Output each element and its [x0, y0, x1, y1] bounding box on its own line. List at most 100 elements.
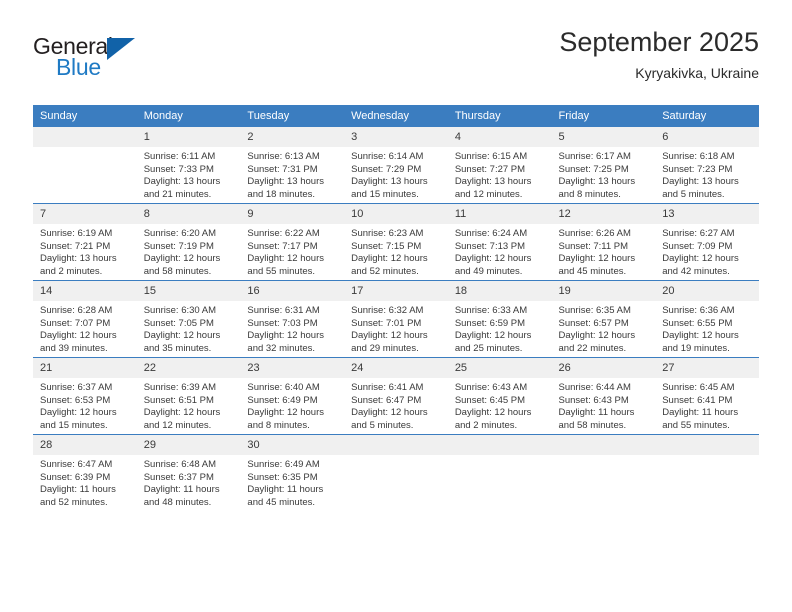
sunset-text: Sunset: 7:13 PM: [454, 240, 526, 252]
daylight-text-line1: Daylight: 12 hours: [351, 330, 428, 342]
calendar-day-cell[interactable]: 11 Sunrise: 6:24 AM Sunset: 7:13 PM Dayl…: [447, 203, 552, 281]
calendar-week-row: 21 Sunrise: 6:37 AM Sunset: 6:53 PM Dayl…: [33, 357, 759, 435]
calendar-day-cell[interactable]: 30 Sunrise: 6:49 AM Sunset: 6:35 PM Dayl…: [240, 434, 345, 511]
calendar-day-cell[interactable]: 15 Sunrise: 6:30 AM Sunset: 7:05 PM Dayl…: [136, 280, 241, 358]
calendar-day-cell[interactable]: 14 Sunrise: 6:28 AM Sunset: 7:07 PM Dayl…: [33, 280, 137, 358]
daylight-text-line1: Daylight: 12 hours: [351, 253, 428, 265]
day-details: Sunrise: 6:40 AM Sunset: 6:49 PM Dayligh…: [240, 378, 344, 432]
day-details: Sunrise: 6:44 AM Sunset: 6:43 PM Dayligh…: [552, 378, 656, 432]
daylight-text-line2: and 39 minutes.: [40, 342, 108, 354]
calendar-day-cell[interactable]: 26 Sunrise: 6:44 AM Sunset: 6:43 PM Dayl…: [551, 357, 656, 435]
day-number: 26: [551, 358, 656, 378]
sunset-text: Sunset: 7:25 PM: [558, 163, 629, 175]
sunrise-text: Sunrise: 6:41 AM: [351, 382, 424, 393]
day-details: Sunrise: 6:32 AM Sunset: 7:01 PM Dayligh…: [344, 301, 448, 355]
calendar-day-cell[interactable]: 7 Sunrise: 6:19 AM Sunset: 7:21 PM Dayli…: [33, 203, 137, 281]
calendar-week-row: 14 Sunrise: 6:28 AM Sunset: 7:07 PM Dayl…: [33, 280, 759, 358]
daylight-text-line1: Daylight: 12 hours: [558, 330, 636, 342]
sunset-text: Sunset: 7:15 PM: [351, 240, 422, 252]
day-number: 5: [551, 127, 656, 147]
day-number: 10: [344, 204, 448, 224]
day-number: 3: [344, 127, 448, 147]
daylight-text-line2: and 12 minutes.: [143, 419, 212, 431]
calendar-day-cell[interactable]: 16 Sunrise: 6:31 AM Sunset: 7:03 PM Dayl…: [240, 280, 345, 358]
daylight-text-line2: and 58 minutes.: [558, 419, 627, 431]
logo-text-blue: Blue: [56, 54, 101, 80]
general-blue-logo[interactable]: General Blue: [33, 33, 163, 87]
calendar-day-cell[interactable]: [447, 434, 552, 511]
calendar-day-cell[interactable]: 17 Sunrise: 6:32 AM Sunset: 7:01 PM Dayl…: [344, 280, 448, 358]
page-header: General Blue September 2025 Kyryakivka, …: [0, 0, 792, 100]
calendar-day-cell[interactable]: 1 Sunrise: 6:11 AM Sunset: 7:33 PM Dayli…: [136, 127, 241, 204]
calendar-week-row: 28 Sunrise: 6:47 AM Sunset: 6:39 PM Dayl…: [33, 434, 759, 511]
calendar-day-cell[interactable]: 8 Sunrise: 6:20 AM Sunset: 7:19 PM Dayli…: [136, 203, 241, 281]
calendar-day-cell[interactable]: 18 Sunrise: 6:33 AM Sunset: 6:59 PM Dayl…: [447, 280, 552, 358]
calendar-day-cell[interactable]: 27 Sunrise: 6:45 AM Sunset: 6:41 PM Dayl…: [655, 357, 759, 435]
calendar-day-cell[interactable]: [655, 434, 759, 511]
daylight-text-line2: and 45 minutes.: [558, 265, 627, 277]
day-details: Sunrise: 6:18 AM Sunset: 7:23 PM Dayligh…: [655, 147, 759, 201]
daylight-text-line1: Daylight: 12 hours: [558, 253, 636, 265]
calendar-day-cell[interactable]: 29 Sunrise: 6:48 AM Sunset: 6:37 PM Dayl…: [136, 434, 241, 511]
day-details: Sunrise: 6:41 AM Sunset: 6:47 PM Dayligh…: [344, 378, 448, 432]
daylight-text-line1: Daylight: 13 hours: [351, 176, 428, 188]
day-details: Sunrise: 6:27 AM Sunset: 7:09 PM Dayligh…: [655, 224, 759, 278]
calendar-day-cell[interactable]: 6 Sunrise: 6:18 AM Sunset: 7:23 PM Dayli…: [655, 127, 759, 204]
day-details: Sunrise: 6:20 AM Sunset: 7:19 PM Dayligh…: [137, 224, 241, 278]
calendar-day-cell[interactable]: 4 Sunrise: 6:15 AM Sunset: 7:27 PM Dayli…: [447, 127, 552, 204]
weekday-header-thursday: Thursday: [447, 105, 552, 127]
calendar-day-cell[interactable]: 19 Sunrise: 6:35 AM Sunset: 6:57 PM Dayl…: [551, 280, 656, 358]
page-title: September 2025: [559, 27, 759, 57]
day-number: 29: [136, 435, 241, 455]
calendar-day-cell[interactable]: 3 Sunrise: 6:14 AM Sunset: 7:29 PM Dayli…: [344, 127, 448, 204]
calendar-day-cell[interactable]: 10 Sunrise: 6:23 AM Sunset: 7:15 PM Dayl…: [344, 203, 448, 281]
day-number: 13: [655, 204, 759, 224]
calendar-day-cell[interactable]: 5 Sunrise: 6:17 AM Sunset: 7:25 PM Dayli…: [551, 127, 656, 204]
day-details: Sunrise: 6:36 AM Sunset: 6:55 PM Dayligh…: [655, 301, 759, 355]
day-details: [655, 455, 759, 459]
sunrise-text: Sunrise: 6:13 AM: [247, 151, 320, 162]
sunrise-text: Sunrise: 6:20 AM: [143, 228, 217, 239]
daylight-text-line2: and 42 minutes.: [662, 265, 730, 277]
sunrise-text: Sunrise: 6:22 AM: [247, 228, 320, 239]
calendar-day-cell[interactable]: 13 Sunrise: 6:27 AM Sunset: 7:09 PM Dayl…: [655, 203, 759, 281]
daylight-text-line2: and 35 minutes.: [143, 342, 212, 354]
calendar-day-cell[interactable]: 23 Sunrise: 6:40 AM Sunset: 6:49 PM Dayl…: [240, 357, 345, 435]
daylight-text-line2: and 12 minutes.: [454, 188, 523, 200]
sunset-text: Sunset: 7:29 PM: [351, 163, 422, 175]
daylight-text-line2: and 21 minutes.: [143, 188, 212, 200]
daylight-text-line1: Daylight: 12 hours: [40, 407, 117, 419]
calendar-day-cell[interactable]: 24 Sunrise: 6:41 AM Sunset: 6:47 PM Dayl…: [344, 357, 448, 435]
calendar-header-row: Sunday Monday Tuesday Wednesday Thursday…: [33, 105, 759, 127]
day-number: 28: [33, 435, 137, 455]
calendar-day-cell[interactable]: [551, 434, 656, 511]
calendar-day-cell[interactable]: 9 Sunrise: 6:22 AM Sunset: 7:17 PM Dayli…: [240, 203, 345, 281]
daylight-text-line2: and 49 minutes.: [454, 265, 523, 277]
day-details: Sunrise: 6:45 AM Sunset: 6:41 PM Dayligh…: [655, 378, 759, 432]
calendar-day-cell[interactable]: 2 Sunrise: 6:13 AM Sunset: 7:31 PM Dayli…: [240, 127, 345, 204]
calendar-day-cell[interactable]: 21 Sunrise: 6:37 AM Sunset: 6:53 PM Dayl…: [33, 357, 137, 435]
calendar-day-cell[interactable]: 20 Sunrise: 6:36 AM Sunset: 6:55 PM Dayl…: [655, 280, 759, 358]
day-details: Sunrise: 6:26 AM Sunset: 7:11 PM Dayligh…: [552, 224, 656, 278]
calendar-day-cell[interactable]: [33, 127, 137, 204]
day-number: [447, 435, 552, 455]
sunrise-text: Sunrise: 6:39 AM: [143, 382, 217, 393]
calendar-day-cell[interactable]: 12 Sunrise: 6:26 AM Sunset: 7:11 PM Dayl…: [551, 203, 656, 281]
sunrise-text: Sunrise: 6:37 AM: [40, 382, 113, 393]
calendar-day-cell[interactable]: [344, 434, 448, 511]
calendar-day-cell[interactable]: 28 Sunrise: 6:47 AM Sunset: 6:39 PM Dayl…: [33, 434, 137, 511]
sunrise-text: Sunrise: 6:47 AM: [40, 459, 113, 470]
calendar-day-cell[interactable]: 25 Sunrise: 6:43 AM Sunset: 6:45 PM Dayl…: [447, 357, 552, 435]
calendar-day-cell[interactable]: 22 Sunrise: 6:39 AM Sunset: 6:51 PM Dayl…: [136, 357, 241, 435]
sunrise-text: Sunrise: 6:33 AM: [454, 305, 528, 316]
daylight-text-line1: Daylight: 12 hours: [143, 253, 221, 265]
day-number: [344, 435, 448, 455]
sunset-text: Sunset: 7:27 PM: [454, 163, 526, 175]
daylight-text-line2: and 8 minutes.: [558, 188, 621, 200]
day-details: Sunrise: 6:24 AM Sunset: 7:13 PM Dayligh…: [448, 224, 552, 278]
day-number: 18: [447, 281, 552, 301]
daylight-text-line2: and 48 minutes.: [143, 496, 212, 508]
day-details: Sunrise: 6:35 AM Sunset: 6:57 PM Dayligh…: [552, 301, 656, 355]
sunset-text: Sunset: 7:09 PM: [662, 240, 733, 252]
sunset-text: Sunset: 6:59 PM: [454, 317, 526, 329]
